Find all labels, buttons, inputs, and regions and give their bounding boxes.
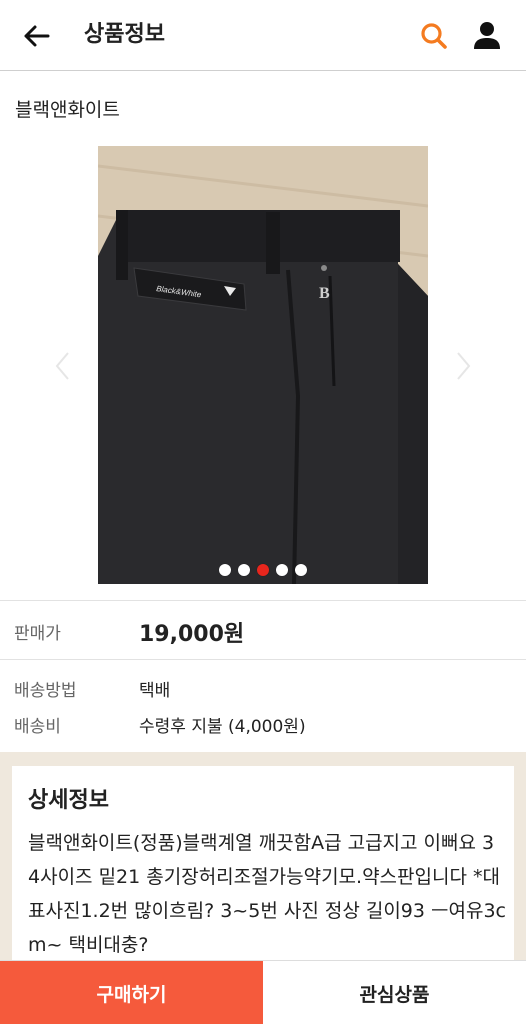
shipping-fee-value: 수령후 지불 (4,000원)	[139, 717, 306, 737]
image-gallery[interactable]: B Black&White	[0, 146, 526, 586]
app-header: 상품정보	[0, 0, 526, 71]
back-button[interactable]	[18, 18, 54, 54]
detail-card: 상세정보 블랙앤화이트(정품)블랙계열 깨끗함A급 고급지고 이뻐요 34사이즈…	[12, 766, 514, 966]
gallery-dot[interactable]	[276, 564, 288, 576]
shipping-fee-label: 배송비	[14, 717, 61, 737]
price-row: 판매가 19,000원	[0, 600, 526, 660]
shipping-method-value: 택배	[139, 681, 171, 701]
svg-text:B: B	[319, 285, 330, 302]
buy-button[interactable]: 구매하기	[0, 961, 263, 1024]
bottom-action-bar: 구매하기 관심상품	[0, 960, 526, 1024]
detail-title: 상세정보	[28, 788, 109, 813]
product-photo[interactable]: B Black&White	[98, 146, 428, 584]
search-button[interactable]	[418, 20, 450, 52]
shipping-info: 배송방법 택배 배송비 수령후 지불 (4,000원)	[0, 660, 526, 752]
gallery-dot[interactable]	[295, 564, 307, 576]
prev-image-button[interactable]	[50, 348, 74, 384]
chevron-left-icon	[55, 352, 69, 380]
shipping-method-label: 배송방법	[14, 681, 77, 701]
search-icon	[421, 23, 447, 49]
chevron-right-icon	[457, 352, 471, 380]
brand-name: 블랙앤화이트	[15, 99, 120, 121]
gallery-dot[interactable]	[238, 564, 250, 576]
page-title: 상품정보	[84, 22, 165, 47]
gallery-dot[interactable]	[219, 564, 231, 576]
wishlist-button[interactable]: 관심상품	[263, 961, 526, 1024]
user-icon	[474, 22, 500, 49]
price-label: 판매가	[14, 624, 61, 644]
gallery-pagination	[0, 564, 526, 576]
detail-description: 블랙앤화이트(정품)블랙계열 깨끗함A급 고급지고 이뻐요 34사이즈 밑21 …	[28, 832, 506, 956]
price-value: 19,000원	[139, 622, 245, 647]
gallery-dot-active[interactable]	[257, 564, 269, 576]
arrow-left-icon	[24, 25, 50, 47]
user-button[interactable]	[470, 18, 504, 52]
pants-image: B Black&White	[98, 146, 428, 584]
next-image-button[interactable]	[452, 348, 476, 384]
